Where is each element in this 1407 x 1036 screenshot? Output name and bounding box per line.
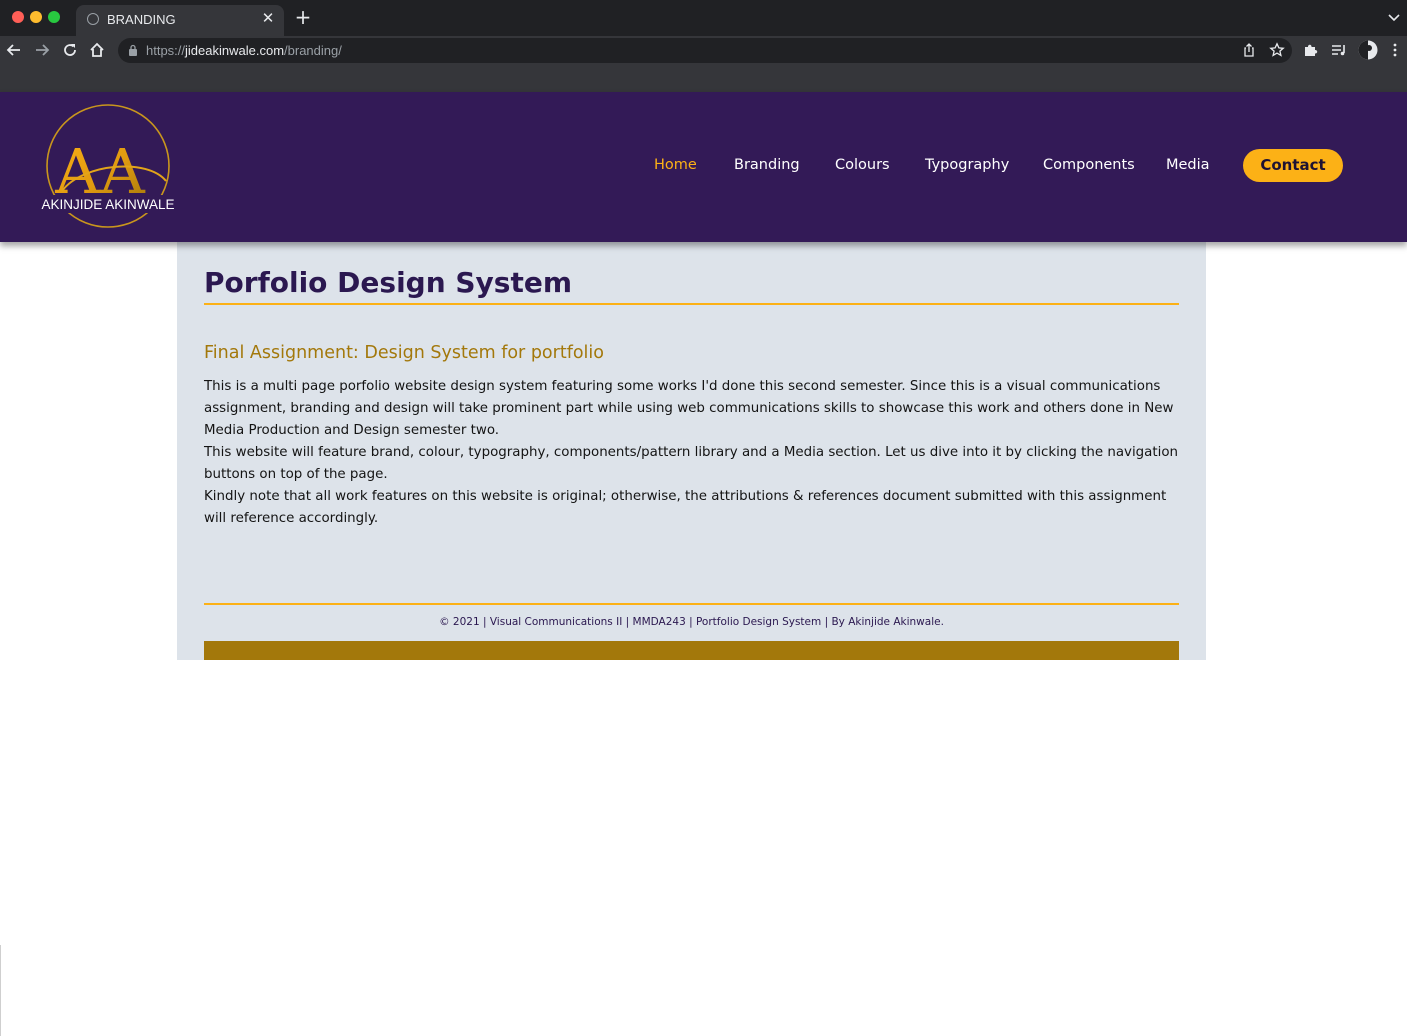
intro-paragraph: This is a multi page porfolio website de… (204, 379, 1174, 438)
title-divider (204, 303, 1179, 305)
url-scheme: https:// (146, 43, 186, 58)
nav-media[interactable]: Media (1166, 157, 1210, 173)
akinjide-akinwale-logo[interactable]: AA AKINJIDE AKINWALE (38, 103, 178, 229)
nav-home[interactable]: Home (654, 157, 697, 173)
kebab-menu-icon[interactable] (1387, 41, 1403, 59)
profile-avatar-icon[interactable] (1358, 40, 1378, 60)
window-minimize-dot[interactable] (30, 11, 42, 23)
site-header: AA AKINJIDE AKINWALE Home Branding Colou… (0, 92, 1407, 242)
url-text: https://jideakinwale.com/branding/ (146, 43, 342, 58)
browser-tab-bar: BRANDING ✕ + (0, 0, 1407, 36)
contact-button[interactable]: Contact (1243, 149, 1343, 182)
back-arrow-icon[interactable] (5, 41, 23, 59)
window-close-dot[interactable] (12, 11, 24, 23)
window-edge (0, 945, 1, 1036)
intro-text: This is a multi page porfolio website de… (204, 376, 1184, 530)
url-host: jideakinwale.com (185, 43, 285, 58)
share-icon[interactable] (1241, 42, 1257, 58)
media-queue-icon[interactable] (1330, 41, 1348, 59)
window-zoom-dot[interactable] (48, 11, 60, 23)
tab-title: BRANDING (107, 12, 176, 27)
new-tab-plus-icon[interactable]: + (294, 7, 312, 27)
browser-toolbar: https://jideakinwale.com/branding/ (0, 36, 1407, 64)
globe-favicon-icon (87, 13, 99, 25)
nav-branding[interactable]: Branding (734, 157, 800, 173)
main-content: Porfolio Design System Final Assignment:… (177, 242, 1206, 660)
tab-list-chevron-icon[interactable] (1387, 10, 1401, 24)
nav-colours[interactable]: Colours (835, 157, 890, 173)
star-icon[interactable] (1269, 42, 1285, 58)
page-title: Porfolio Design System (204, 266, 573, 299)
logo-text: AKINJIDE AKINWALE (41, 197, 174, 212)
footer-copyright: © 2021 | Visual Communications II | MMDA… (439, 616, 944, 628)
extensions-puzzle-icon[interactable] (1302, 41, 1320, 59)
home-icon[interactable] (88, 41, 106, 59)
tab-close-icon[interactable]: ✕ (260, 10, 276, 26)
intro-paragraph: Kindly note that all work features on th… (204, 489, 1167, 526)
url-path: /branding/ (284, 43, 342, 58)
lock-icon (129, 44, 137, 56)
footer-bar (204, 641, 1179, 660)
bookmarks-bar (0, 64, 1407, 92)
footer-divider (204, 603, 1179, 605)
section-subtitle: Final Assignment: Design System for port… (204, 343, 604, 363)
forward-arrow-icon[interactable] (33, 41, 51, 59)
nav-typography[interactable]: Typography (925, 157, 1009, 173)
intro-paragraph: This website will feature brand, colour,… (204, 445, 1179, 482)
address-bar[interactable]: https://jideakinwale.com/branding/ (118, 38, 1292, 63)
browser-tab[interactable]: BRANDING ✕ (76, 5, 284, 36)
reload-icon[interactable] (61, 41, 79, 59)
nav-components[interactable]: Components (1043, 157, 1135, 173)
